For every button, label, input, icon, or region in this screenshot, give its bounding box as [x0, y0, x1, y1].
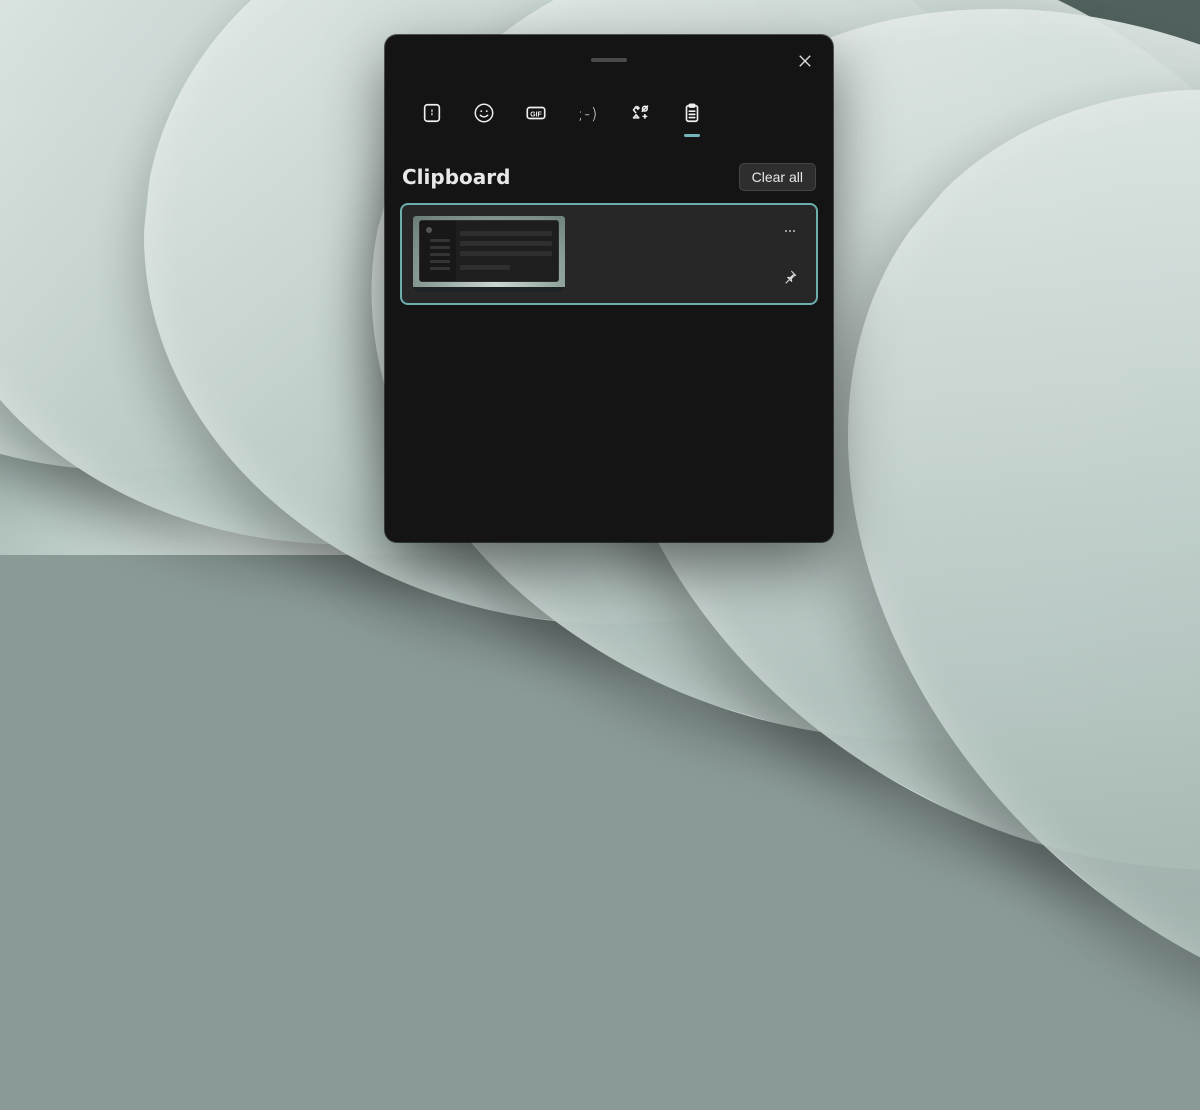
recents-icon: [421, 102, 443, 124]
tab-kaomoji[interactable]: ;-): [573, 93, 603, 133]
clipboard-item-actions: [772, 205, 808, 303]
symbols-icon: [630, 103, 651, 124]
tab-recents[interactable]: [417, 93, 447, 133]
pin-icon: [782, 269, 798, 285]
tab-symbols[interactable]: [625, 93, 655, 133]
emoji-icon: [473, 102, 495, 124]
more-icon: [782, 223, 798, 239]
tab-emoji[interactable]: [469, 93, 499, 133]
section-header: Clipboard Clear all: [402, 163, 816, 191]
section-title: Clipboard: [402, 165, 510, 189]
category-tabs: GIF ;-): [402, 93, 816, 133]
pin-button[interactable]: [776, 263, 804, 291]
svg-text:GIF: GIF: [530, 111, 541, 118]
drag-handle[interactable]: [591, 58, 627, 62]
clipboard-icon: [681, 102, 703, 124]
clear-all-button[interactable]: Clear all: [739, 163, 816, 191]
tab-clipboard[interactable]: [677, 93, 707, 133]
emoji-clipboard-panel: GIF ;-) Clipboard Clear all: [385, 35, 833, 542]
clipboard-item-thumbnail: [413, 216, 565, 292]
kaomoji-icon: ;-): [578, 104, 598, 123]
clipboard-item[interactable]: [402, 205, 816, 303]
close-icon: [798, 54, 812, 68]
tab-gif[interactable]: GIF: [521, 93, 551, 133]
close-button[interactable]: [791, 47, 819, 75]
gif-icon: GIF: [525, 102, 547, 124]
more-options-button[interactable]: [776, 217, 804, 245]
